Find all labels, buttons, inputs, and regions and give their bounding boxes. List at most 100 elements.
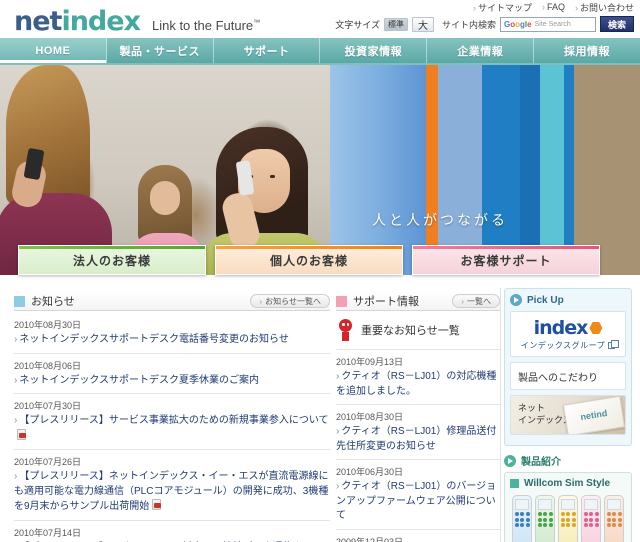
- products-subtitle: Willcom Sim Style: [524, 478, 611, 489]
- hero-button-individual[interactable]: 個人のお客様: [215, 245, 403, 275]
- support-section-header: サポート情報 一覧へ: [336, 292, 500, 311]
- support-date: 2010年08月30日: [336, 412, 404, 422]
- support-link[interactable]: クティオ（RS－LJ01）の対応機種を追加しました。: [336, 370, 500, 399]
- support-link[interactable]: クティオ（RS－LJ01）のバージョンアップファームウェア公開について: [336, 480, 500, 524]
- index-subtitle-text: インデックスグループ: [520, 341, 606, 350]
- search-button[interactable]: 検索: [600, 16, 634, 32]
- support-item: 2009年12月03日 クティオ（RS－LJ01）の対応機種を追加: [336, 530, 500, 542]
- nav-item-home[interactable]: HOME: [0, 38, 107, 63]
- support-item: 2010年06月30日 クティオ（RS－LJ01）のバージョンアップファームウェ…: [336, 460, 500, 530]
- news-date: 2010年07月30日: [14, 401, 82, 411]
- font-size-normal-button[interactable]: 標準: [383, 17, 408, 31]
- news-link[interactable]: 【プレスリリース】ネットインデックス・イー・エスが直流電源線にも適用可能な電力線…: [14, 470, 330, 515]
- alert-person-icon: [338, 319, 353, 341]
- banner-product-commitment[interactable]: 製品へのこだわり: [510, 362, 626, 390]
- arrow-right-icon: [504, 454, 516, 467]
- banner-index-group[interactable]: index インデックスグループ: [510, 311, 626, 357]
- news-link[interactable]: ネットインデックスサポートデスク電話番号変更のお知らせ: [14, 333, 330, 348]
- banner-about-netindex[interactable]: ネット インデックスって？ netind: [510, 395, 626, 435]
- news-item: 2010年07月14日 【プレスリリース】モバイルWiMAX対応USB接続データ…: [14, 521, 330, 542]
- nav-item-recruit[interactable]: 採用情報: [534, 38, 640, 63]
- products-title: 製品紹介: [521, 457, 561, 468]
- utility-link-faq[interactable]: FAQ: [542, 2, 565, 12]
- support-item: 2010年08月30日 クティオ（RS－LJ01）修理品送付先住所変更のお知らせ: [336, 405, 500, 460]
- business-card-text: netind: [579, 408, 608, 423]
- pickup-section: Pick Up index インデックスグループ 製品へのこだわり ネット イン…: [504, 288, 632, 446]
- phone-thumbnail[interactable]: [512, 495, 532, 542]
- business-card-image: netind: [562, 396, 625, 434]
- hero-eye-right: [270, 175, 275, 178]
- products-section: Willcom Sim Style: [504, 472, 632, 542]
- hero-stripe-4: [438, 65, 482, 275]
- pickup-header: Pick Up: [510, 294, 626, 306]
- news-item: 2010年08月06日 ネットインデックスサポートデスク夏季休業のご案内: [14, 354, 330, 394]
- hero-button-support[interactable]: お客様サポート: [412, 245, 600, 275]
- products-header: 製品紹介: [504, 453, 632, 468]
- news-column: お知らせ お知らせ一覧へ 2010年08月30日 ネットインデックスサポートデス…: [14, 292, 330, 542]
- phone-thumbnail[interactable]: [604, 495, 624, 542]
- news-section-title: お知らせ: [31, 296, 75, 308]
- support-date: 2010年09月13日: [336, 357, 404, 367]
- hero-button-corporate[interactable]: 法人のお客様: [18, 245, 206, 275]
- utility-link-contact[interactable]: お問い合わせ: [575, 1, 634, 14]
- news-section-header: お知らせ お知らせ一覧へ: [14, 292, 330, 311]
- pdf-icon: [152, 499, 162, 510]
- products-marker-icon: [510, 479, 519, 488]
- hero-stripe-3: [426, 65, 438, 275]
- index-logo: index: [534, 317, 603, 339]
- important-notices-link[interactable]: 重要なお知らせ一覧: [336, 311, 500, 350]
- nav-item-company[interactable]: 企業情報: [427, 38, 535, 63]
- support-more-button[interactable]: 一覧へ: [452, 294, 500, 308]
- news-date: 2010年07月26日: [14, 457, 82, 467]
- phone-thumbnail[interactable]: [558, 495, 578, 542]
- hexagon-icon: [589, 322, 603, 334]
- news-item: 2010年07月26日 【プレスリリース】ネットインデックス・イー・エスが直流電…: [14, 450, 330, 521]
- news-more-button[interactable]: お知らせ一覧へ: [250, 294, 330, 308]
- main-navigation: HOME 製品・サービス サポート 投資家情報 企業情報 採用情報: [0, 38, 640, 65]
- pickup-title: Pick Up: [527, 294, 564, 306]
- logo-text-net: net: [14, 6, 62, 37]
- font-size-label: 文字サイズ: [335, 19, 380, 30]
- news-link[interactable]: 【プレスリリース】サービス事業拡大のための新規事業参入について: [14, 414, 330, 444]
- news-item: 2010年08月30日 ネットインデックスサポートデスク電話番号変更のお知らせ: [14, 313, 330, 354]
- page-root: サイトマップ FAQ お問い合わせ netindex Link to the F…: [0, 0, 640, 542]
- news-link[interactable]: ネットインデックスサポートデスク夏季休業のご案内: [14, 374, 330, 389]
- news-link-text: 【プレスリリース】ネットインデックス・イー・エスが直流電源線にも適用可能な電力線…: [14, 471, 329, 512]
- phone-thumbnail[interactable]: [581, 495, 601, 542]
- trademark-mark: ™: [253, 19, 261, 27]
- external-link-icon: [608, 340, 620, 349]
- support-list: 2010年09月13日 クティオ（RS－LJ01）の対応機種を追加しました。 2…: [336, 350, 500, 542]
- product-phone-gallery[interactable]: [510, 493, 626, 542]
- hero-tagline: 人と人がつながる: [372, 212, 508, 228]
- site-search-label: サイト内検索: [441, 19, 496, 30]
- utility-links: サイトマップ FAQ お問い合わせ: [473, 0, 634, 14]
- tagline-text: Link to the Future: [151, 18, 254, 33]
- news-date: 2010年08月30日: [14, 320, 82, 330]
- hero-stripe-8: [564, 65, 574, 275]
- hero-banner: 人と人がつながる: [0, 65, 640, 275]
- nav-item-support[interactable]: サポート: [214, 38, 321, 63]
- column-divider: [500, 288, 501, 542]
- site-logo[interactable]: net index Link to the Future™: [14, 6, 260, 37]
- support-date: 2010年06月30日: [336, 467, 404, 477]
- site-tagline: Link to the Future™: [152, 18, 260, 33]
- news-date: 2010年08月06日: [14, 360, 82, 371]
- support-link[interactable]: クティオ（RS－LJ01）修理品送付先住所変更のお知らせ: [336, 425, 500, 454]
- news-list: 2010年08月30日 ネットインデックスサポートデスク電話番号変更のお知らせ …: [14, 313, 330, 542]
- utility-link-sitemap[interactable]: サイトマップ: [473, 1, 532, 14]
- hero-stripe-2: [376, 65, 426, 275]
- hero-stripe-7: [540, 65, 564, 275]
- content-area: お知らせ お知らせ一覧へ 2010年08月30日 ネットインデックスサポートデス…: [0, 288, 640, 542]
- hero-photo: [0, 65, 330, 275]
- font-size-large-button[interactable]: 大: [411, 16, 434, 32]
- support-section-title: サポート情報: [353, 296, 419, 308]
- phone-thumbnail[interactable]: [535, 495, 555, 542]
- support-marker-icon: [336, 295, 347, 307]
- index-logo-text: index: [533, 317, 589, 339]
- news-link-text: 【プレスリリース】サービス事業拡大のための新規事業参入について: [19, 415, 329, 426]
- search-input[interactable]: Go o g l e Site Search: [500, 16, 596, 32]
- nav-item-products[interactable]: 製品・サービス: [107, 38, 214, 63]
- logo-text-index: index: [61, 6, 141, 37]
- about-label-line1: ネット: [518, 403, 546, 414]
- nav-item-investors[interactable]: 投資家情報: [320, 38, 428, 63]
